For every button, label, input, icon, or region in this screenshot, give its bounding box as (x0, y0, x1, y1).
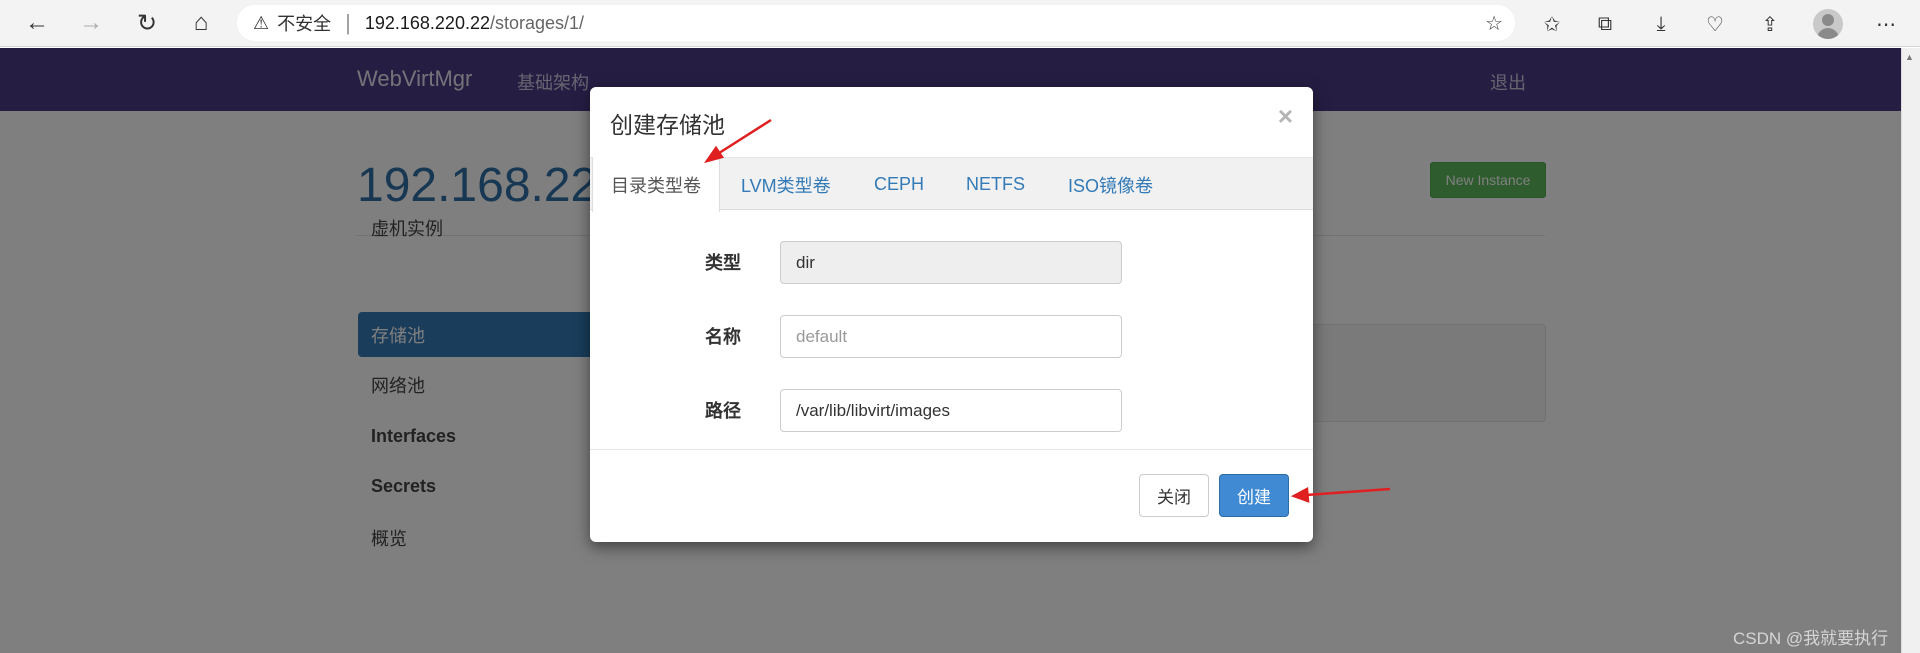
add-favorite-icon[interactable]: ☆ (1485, 11, 1503, 36)
tab-iso[interactable]: ISO镜像卷 (1068, 158, 1153, 211)
watermark: CSDN @我就要执行 (1733, 629, 1889, 648)
vertical-scrollbar[interactable] (1901, 48, 1920, 653)
storage-type-tabs: 目录类型卷 LVM类型卷 CEPH NETFS ISO镜像卷 (590, 157, 1313, 212)
address-host: 192.168.220.22 (364, 12, 490, 33)
create-button[interactable]: 创建 (1219, 474, 1289, 517)
create-storage-pool-modal: 创建存储池 × 目录类型卷 LVM类型卷 CEPH NETFS ISO镜像卷 类… (590, 87, 1313, 542)
share-icon[interactable]: ⇪ (1755, 9, 1785, 39)
warning-icon: ⚠ (253, 12, 270, 33)
forward-arrow-icon[interactable]: → (74, 8, 108, 38)
tab-lvm[interactable]: LVM类型卷 (741, 158, 831, 211)
browser-toolbar: ← → ↻ ⌂ ⚠ 不安全 | 192.168.220.22 /storages… (0, 0, 1920, 47)
tab-ceph[interactable]: CEPH (874, 158, 924, 211)
name-field[interactable]: default (780, 315, 1122, 358)
refresh-icon[interactable]: ↻ (130, 8, 164, 38)
scroll-up-icon[interactable]: ▲ (1905, 52, 1914, 62)
modal-title: 创建存储池 (610, 112, 725, 138)
modal-footer-divider (590, 449, 1313, 450)
name-label: 名称 (705, 327, 741, 347)
more-menu-icon[interactable]: ⋯ (1871, 9, 1901, 39)
close-icon[interactable]: × (1278, 101, 1293, 132)
type-field: dir (780, 241, 1122, 284)
tab-netfs[interactable]: NETFS (966, 158, 1025, 211)
back-arrow-icon[interactable]: ← (20, 8, 54, 38)
browser-essentials-icon[interactable]: ♡ (1700, 9, 1730, 39)
address-bar[interactable]: ⚠ 不安全 | 192.168.220.22 /storages/1/ ☆ (237, 5, 1515, 41)
address-path: /storages/1/ (489, 12, 585, 33)
insecure-label: 不安全 (277, 14, 332, 34)
download-icon[interactable]: ⤓ (1646, 9, 1676, 39)
home-icon[interactable]: ⌂ (184, 8, 218, 38)
address-separator: | (345, 10, 351, 35)
profile-avatar[interactable] (1813, 9, 1843, 39)
path-field[interactable]: /var/lib/libvirt/images (780, 389, 1122, 432)
close-button[interactable]: 关闭 (1139, 474, 1209, 517)
collections-icon[interactable]: ⧉ (1590, 9, 1620, 39)
favorites-icon[interactable]: ✩ (1537, 9, 1567, 39)
tab-dir[interactable]: 目录类型卷 (592, 157, 720, 212)
path-label: 路径 (705, 401, 741, 421)
type-label: 类型 (705, 253, 741, 273)
